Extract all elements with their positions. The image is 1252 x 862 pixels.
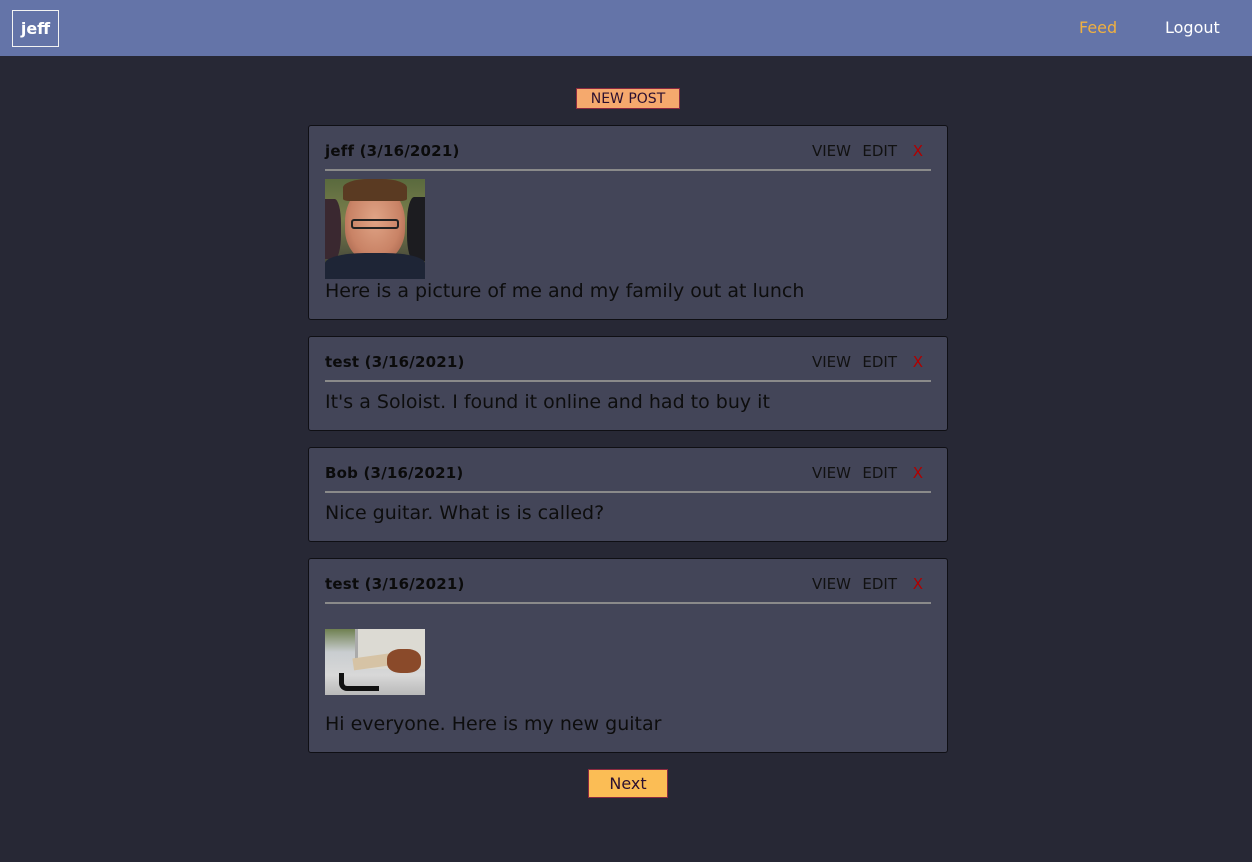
edit-post-button[interactable]: EDIT — [862, 464, 897, 482]
photo-hair — [343, 179, 407, 201]
photo-guitar-stand — [339, 673, 379, 691]
top-navbar: jeff Feed Logout — [0, 0, 1252, 56]
post-photo[interactable] — [325, 629, 425, 695]
nav-feed-link[interactable]: Feed — [1079, 18, 1117, 37]
photo-guitar-body — [387, 649, 421, 673]
post-card: Bob (3/16/2021) VIEW EDIT X Nice guitar.… — [308, 447, 948, 542]
view-post-button[interactable]: VIEW — [812, 464, 851, 482]
post-text: Here is a picture of me and my family ou… — [325, 280, 805, 302]
post-header: test (3/16/2021) VIEW EDIT X — [325, 575, 931, 604]
post-card: test (3/16/2021) VIEW EDIT X It's a Solo… — [308, 336, 948, 431]
post-card: test (3/16/2021) VIEW EDIT X Hi everyone… — [308, 558, 948, 753]
delete-post-button[interactable]: X — [913, 142, 923, 160]
new-post-button[interactable]: NEW POST — [576, 88, 680, 109]
view-post-button[interactable]: VIEW — [812, 575, 851, 593]
post-text: Nice guitar. What is is called? — [325, 502, 605, 524]
view-post-button[interactable]: VIEW — [812, 142, 851, 160]
brand-username[interactable]: jeff — [12, 10, 59, 47]
post-card: jeff (3/16/2021) VIEW EDIT X Here is a p… — [308, 125, 948, 320]
post-author: jeff (3/16/2021) — [325, 142, 460, 160]
next-page-button[interactable]: Next — [588, 769, 668, 798]
edit-post-button[interactable]: EDIT — [862, 353, 897, 371]
post-author: test (3/16/2021) — [325, 353, 465, 371]
edit-post-button[interactable]: EDIT — [862, 575, 897, 593]
photo-shirt — [325, 253, 425, 279]
post-author: Bob (3/16/2021) — [325, 464, 464, 482]
view-post-button[interactable]: VIEW — [812, 353, 851, 371]
edit-post-button[interactable]: EDIT — [862, 142, 897, 160]
post-photo[interactable] — [325, 179, 425, 279]
post-text: Hi everyone. Here is my new guitar — [325, 713, 662, 735]
post-header: Bob (3/16/2021) VIEW EDIT X — [325, 464, 931, 493]
post-author: test (3/16/2021) — [325, 575, 465, 593]
nav-logout-link[interactable]: Logout — [1165, 18, 1220, 37]
photo-glasses — [351, 219, 399, 229]
post-text: It's a Soloist. I found it online and ha… — [325, 391, 770, 413]
photo-person-left — [325, 199, 341, 259]
photo-person-right — [407, 197, 425, 261]
post-header: test (3/16/2021) VIEW EDIT X — [325, 353, 931, 382]
delete-post-button[interactable]: X — [913, 464, 923, 482]
delete-post-button[interactable]: X — [913, 353, 923, 371]
post-header: jeff (3/16/2021) VIEW EDIT X — [325, 142, 931, 171]
delete-post-button[interactable]: X — [913, 575, 923, 593]
